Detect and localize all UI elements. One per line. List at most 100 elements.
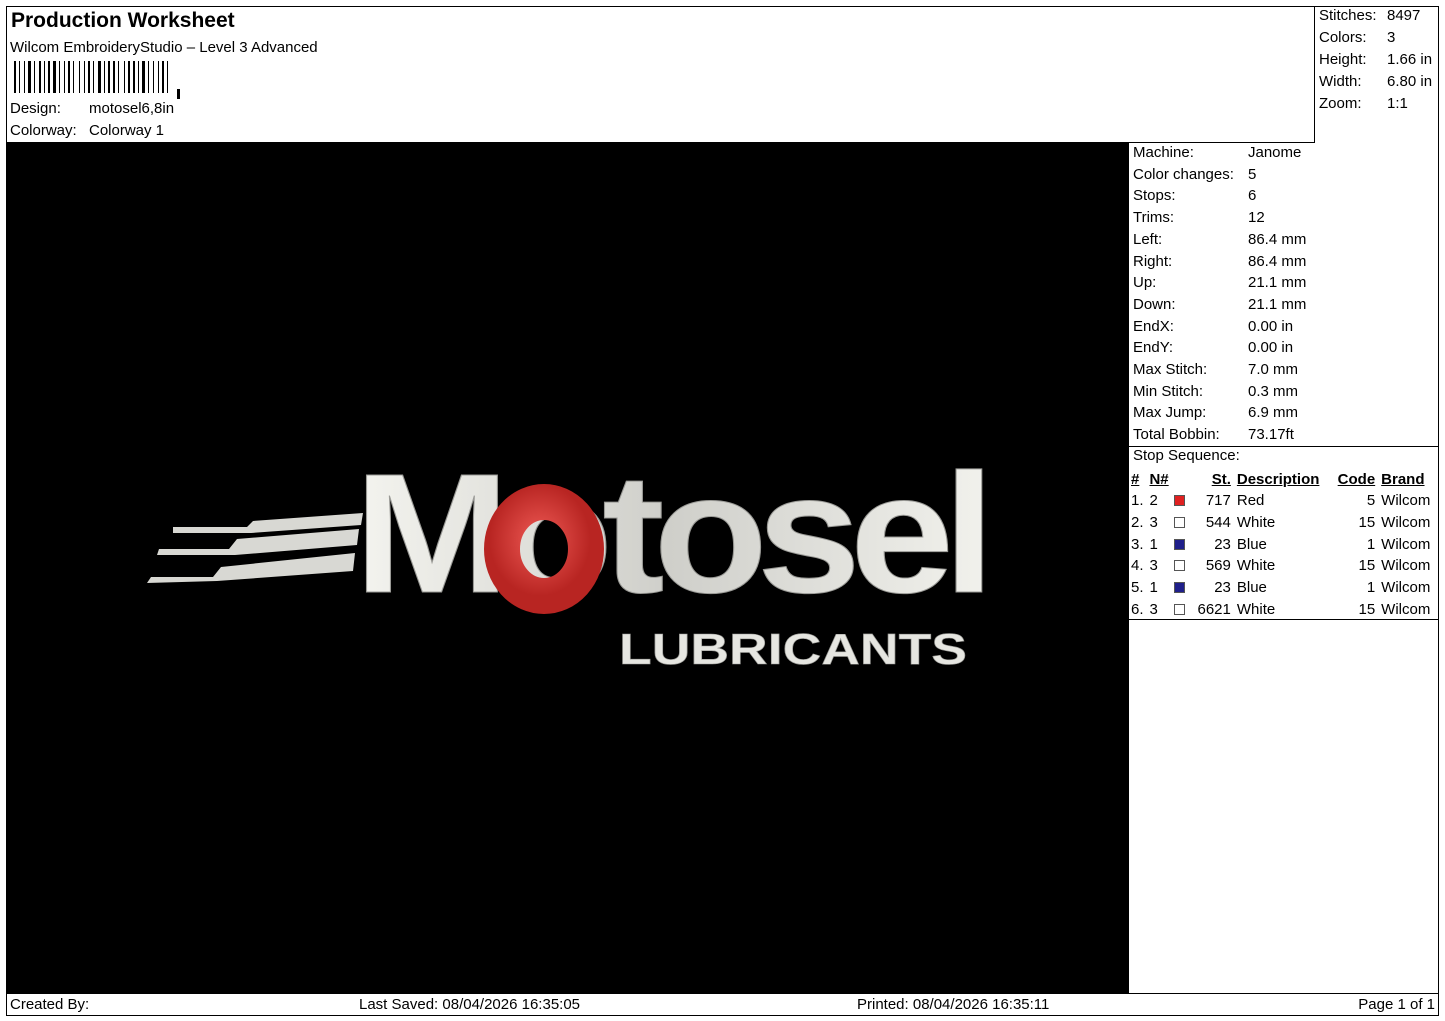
summary-label: Height: — [1319, 51, 1367, 68]
machine-info-label: Trims: — [1133, 209, 1175, 227]
table-header-row: # N# St. Description Code Brand — [1131, 468, 1439, 490]
machine-info-value: 21.1 mm — [1248, 295, 1307, 313]
summary-value: 3 — [1387, 29, 1396, 46]
cell-index: 6. — [1131, 600, 1144, 618]
machine-info-row: Left: 86.4 mm — [1133, 231, 1306, 248]
logo-main-text: Motosel — [354, 439, 984, 629]
software-name: Wilcom EmbroideryStudio – Level 3 Advanc… — [10, 39, 318, 56]
cell-needle: 3 — [1149, 514, 1158, 532]
cell-code: 15 — [1358, 557, 1376, 575]
machine-info-panel: Machine: Janome Color changes: 5 Stops: 6 Trim… — [1128, 143, 1439, 993]
colorway-value: Colorway 1 — [89, 122, 165, 139]
machine-info-value: 6.9 mm — [1248, 404, 1299, 422]
machine-info-label: Min Stitch: — [1133, 382, 1204, 400]
cell-brand: Wilcom — [1381, 600, 1431, 618]
cell-needle: 1 — [1149, 535, 1158, 553]
summary-row: Width: 6.80 in — [1319, 73, 1432, 90]
machine-info-value: 0.00 in — [1248, 317, 1294, 335]
design-label: Design: — [10, 100, 61, 117]
table-row: 2. 3 544 White 15 Wilcom — [1131, 512, 1439, 534]
cell-code: 1 — [1366, 535, 1376, 553]
cell-description: White — [1236, 557, 1276, 575]
created-by: Created By: — [10, 996, 90, 1013]
cell-swatch — [1174, 555, 1195, 577]
machine-info-row: Up: 21.1 mm — [1133, 274, 1306, 291]
machine-info-row: Max Jump: 6.9 mm — [1133, 404, 1298, 421]
machine-info-label: Max Stitch: — [1133, 361, 1208, 378]
col-header-needle: N# — [1149, 470, 1169, 488]
machine-info-row: Min Stitch: 0.3 mm — [1133, 383, 1298, 400]
machine-info-value: 6 — [1248, 187, 1257, 205]
machine-info-label: Left: — [1133, 230, 1163, 248]
stop-sequence-table: # N# St. Description Code Brand 1. 2 717 Re… — [1131, 468, 1439, 620]
cell-brand: Wilcom — [1381, 557, 1431, 575]
cell-description: Blue — [1236, 579, 1267, 597]
machine-info-value: 5 — [1248, 165, 1257, 183]
color-swatch — [1174, 517, 1186, 529]
machine-info-value: 73.17ft — [1248, 426, 1294, 444]
machine-info-row: Down: 21.1 mm — [1133, 296, 1306, 313]
cell-code: 15 — [1358, 600, 1376, 618]
machine-info-row: Trims: 12 — [1133, 209, 1265, 226]
col-header-brand: Brand — [1381, 470, 1425, 488]
machine-info-row: EndY: 0.00 in — [1133, 339, 1293, 356]
cell-description: Blue — [1236, 535, 1267, 553]
summary-value: 8497 — [1387, 7, 1421, 24]
machine-info-value: 0.3 mm — [1248, 382, 1299, 400]
colorway-row: Colorway: Colorway 1 — [10, 122, 164, 139]
machine-info-row: Color changes: 5 — [1133, 166, 1256, 183]
cell-brand: Wilcom — [1381, 514, 1431, 532]
cell-index: 2. — [1131, 514, 1144, 532]
design-row: Design: motosel6,8in — [10, 100, 174, 117]
cell-needle: 1 — [1149, 579, 1158, 597]
cell-stitches: 6621 — [1197, 600, 1231, 618]
summary-row: Stitches: 8497 — [1319, 7, 1420, 24]
speed-stripes — [147, 513, 363, 583]
machine-info-label: EndY: — [1133, 339, 1174, 357]
design-summary: Stitches: 8497 Colors: 3 Height: 1.66 in Wi… — [1314, 6, 1439, 143]
color-swatch — [1174, 582, 1186, 594]
cell-description: White — [1236, 514, 1276, 532]
cell-index: 4. — [1131, 557, 1144, 575]
barcode-image — [14, 61, 180, 99]
summary-label: Stitches: — [1319, 7, 1377, 24]
machine-info-value: 0.00 in — [1248, 339, 1294, 357]
logo-sub-text: LUBRICANTS — [619, 625, 967, 674]
cell-index: 1. — [1131, 492, 1144, 510]
cell-brand: Wilcom — [1381, 579, 1431, 597]
cell-brand: Wilcom — [1381, 535, 1431, 553]
machine-info-label: Up: — [1133, 274, 1157, 292]
machine-info-value: 7.0 mm — [1248, 361, 1299, 378]
summary-label: Zoom: — [1319, 95, 1362, 112]
cell-swatch — [1174, 490, 1195, 512]
summary-row: Height: 1.66 in — [1319, 51, 1432, 68]
machine-info-value: Janome — [1248, 144, 1302, 161]
color-swatch — [1174, 560, 1186, 572]
machine-info-label: Max Jump: — [1133, 404, 1207, 422]
cell-swatch — [1174, 512, 1195, 534]
page-number: Page 1 of 1 — [1358, 996, 1435, 1013]
design-value: motosel6,8in — [89, 100, 175, 117]
col-header-index: # — [1131, 470, 1140, 488]
table-row: 6. 3 6621 White 15 Wilcom — [1131, 598, 1439, 620]
cell-needle: 3 — [1149, 600, 1158, 618]
table-row: 3. 1 23 Blue 1 Wilcom — [1131, 533, 1439, 555]
cell-needle: 2 — [1149, 492, 1158, 510]
machine-info-label: Stops: — [1133, 187, 1176, 205]
machine-info-label: Machine: — [1133, 144, 1194, 161]
cell-description: Red — [1236, 492, 1265, 510]
worksheet-footer: Created By: Last Saved: 08/04/2026 16:35… — [6, 993, 1439, 1016]
machine-info-label: Total Bobbin: — [1133, 426, 1220, 444]
machine-info-value: 21.1 mm — [1248, 274, 1307, 292]
colorway-label: Colorway: — [10, 122, 77, 139]
printed-date: Printed: 08/04/2026 16:35:11 — [857, 996, 1050, 1013]
machine-info-label: EndX: — [1133, 317, 1174, 335]
col-header-stitches: St. — [1211, 470, 1231, 488]
cell-stitches: 23 — [1214, 579, 1231, 597]
machine-info-value: 12 — [1248, 209, 1265, 227]
cell-swatch — [1174, 598, 1195, 620]
last-saved: Last Saved: 08/04/2026 16:35:05 — [359, 996, 581, 1013]
cell-description: White — [1236, 600, 1276, 618]
table-row: 1. 2 717 Red 5 Wilcom — [1131, 490, 1439, 512]
cell-code: 5 — [1366, 492, 1376, 510]
